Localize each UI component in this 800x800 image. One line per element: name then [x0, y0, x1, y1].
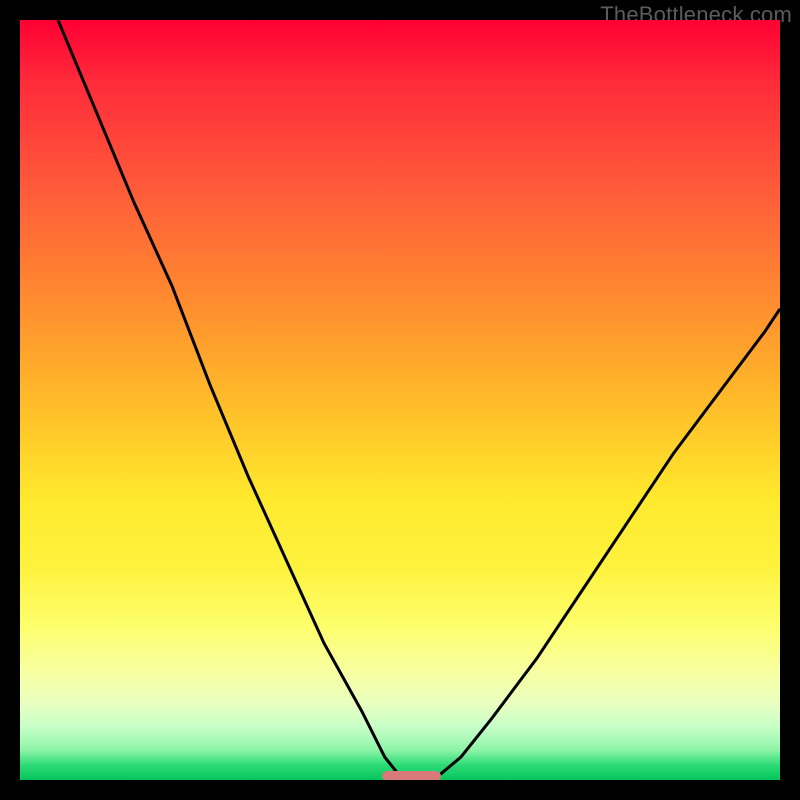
bottleneck-marker [382, 771, 441, 780]
curve-layer [20, 20, 780, 780]
plot-area [20, 20, 780, 780]
right-curve [438, 309, 780, 776]
chart-container: TheBottleneck.com [0, 0, 800, 800]
left-curve [58, 20, 400, 776]
